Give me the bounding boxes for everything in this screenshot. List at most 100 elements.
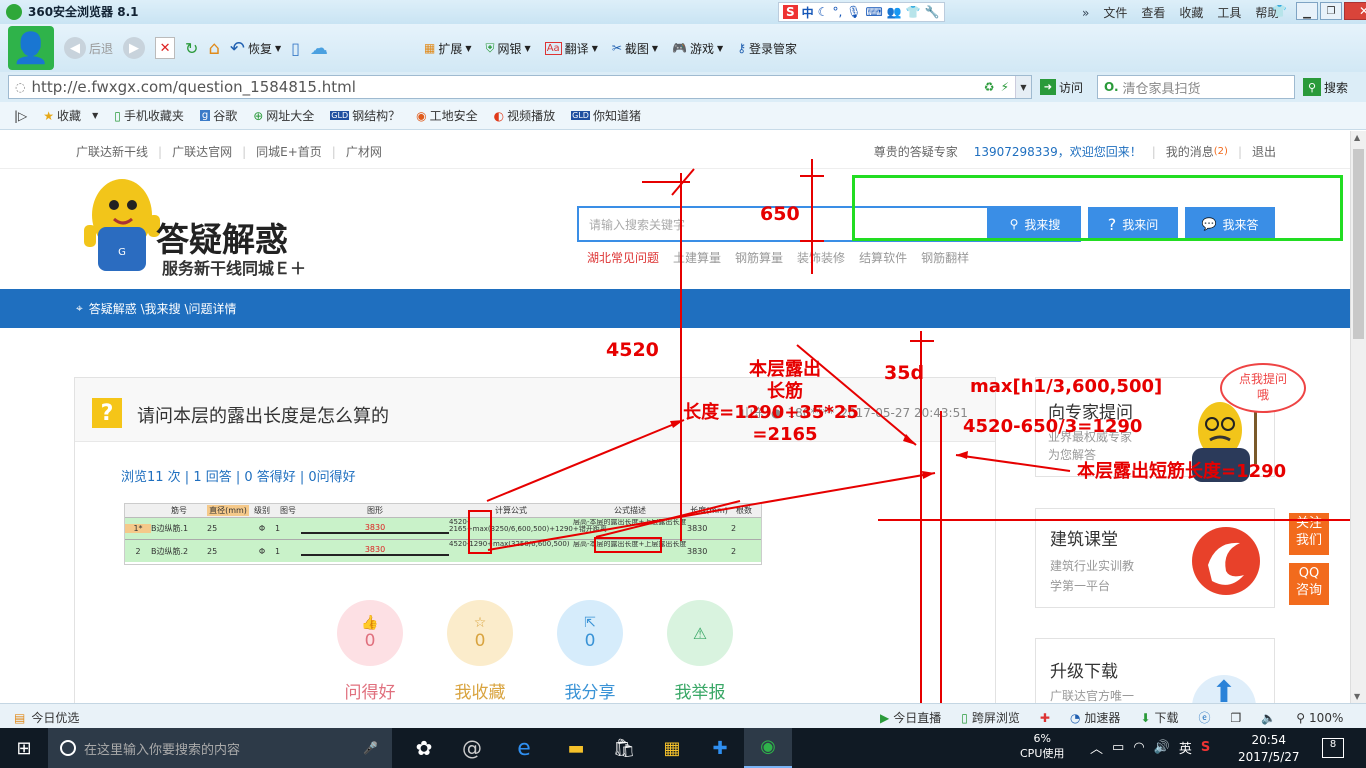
user-avatar[interactable]: 👤 — [8, 26, 54, 70]
lightning-icon[interactable]: ⚡ — [1001, 80, 1009, 94]
question-image-table[interactable]: 筋号 直径(mm) 级别 图号 图形 计算公式 公式描述 长度(mm) 根数 1… — [124, 503, 762, 565]
ie-icon[interactable]: ⓔ — [1199, 709, 1211, 726]
restore-tabs-button[interactable]: ↶ 恢复 ▼ — [230, 35, 281, 61]
restore-button[interactable]: ❐ — [1320, 2, 1342, 20]
tray-volume-icon[interactable]: 🔊 — [1154, 740, 1170, 755]
fav-collect[interactable]: ★ 收藏 ▼ — [43, 107, 98, 124]
punctuation-icon[interactable]: °, — [832, 5, 842, 19]
nav-link-gld[interactable]: 广联达官网 — [172, 143, 232, 160]
download-card[interactable]: 升级下载 广联达官方唯一 ⬆ — [1035, 638, 1275, 703]
taskbar-app-360[interactable]: ◉ — [744, 728, 792, 768]
hot-link-hubei[interactable]: 湖北常见问题 — [587, 249, 659, 266]
hot-link-decor[interactable]: 装饰装修 — [797, 249, 845, 266]
taskbar-app-plus[interactable]: ✚ — [696, 738, 744, 759]
fav-mobile[interactable]: ▯ 手机收藏夹 — [114, 107, 184, 124]
menu-favorites[interactable]: 收藏 — [1179, 4, 1203, 21]
medkit-icon[interactable]: ✚ — [1040, 711, 1050, 725]
tray-lang[interactable]: 英 — [1179, 738, 1192, 757]
users-icon[interactable]: 👥 — [887, 5, 902, 19]
login-manager-button[interactable]: ⚷ 登录管家 — [737, 35, 797, 61]
nav-link-gcw[interactable]: 广材网 — [346, 143, 382, 160]
url-text[interactable]: http://e.fwxgx.com/question_1584815.html — [31, 78, 355, 96]
menu-tools[interactable]: 工具 — [1217, 4, 1241, 21]
fav-directory[interactable]: ⊕ 网址大全 — [253, 107, 314, 124]
taskbar-app-swirl[interactable]: @ — [448, 736, 496, 760]
menu-view[interactable]: 查看 — [1141, 4, 1165, 21]
taskbar-app-pinwheel[interactable]: ✿ — [400, 736, 448, 760]
keyboard-icon[interactable]: ⌨ — [866, 5, 883, 19]
visit-button[interactable]: ➜ 访问 — [1040, 74, 1083, 100]
mic-icon[interactable]: 🎙 — [846, 5, 861, 19]
shirt-icon[interactable]: 👕 — [906, 5, 921, 19]
sidebar-toggle-icon[interactable]: |▷ — [14, 109, 27, 123]
breadcrumb[interactable]: 答疑解惑 \我来搜 \问题详情 — [89, 300, 237, 317]
recycle-icon[interactable]: ♻ — [984, 80, 995, 94]
games-button[interactable]: 🎮 游戏 ▼ — [672, 35, 723, 61]
status-accelerator[interactable]: ◔ 加速器 — [1070, 709, 1121, 726]
stop-icon[interactable]: ✕ — [155, 37, 176, 59]
fav-google[interactable]: g 谷歌 — [199, 107, 237, 124]
screenshot-button[interactable]: ✂ 截图 ▼ — [612, 35, 658, 61]
tray-sogou-icon[interactable]: S — [1201, 740, 1210, 755]
status-today-picks[interactable]: 今日优选 — [31, 709, 79, 726]
speaker-icon[interactable]: 🔈 — [1261, 711, 1276, 725]
ime-mode[interactable]: 中 — [802, 4, 814, 21]
fav-steel[interactable]: GLD 钢结构？ — [330, 107, 400, 124]
notification-center-button[interactable]: 8 — [1322, 738, 1344, 758]
menu-file[interactable]: 文件 — [1103, 4, 1127, 21]
action-report[interactable]: ⚠ 我举报 — [667, 600, 733, 703]
skin-icon[interactable]: 👕 — [1272, 4, 1287, 18]
status-live[interactable]: ▶ 今日直播 — [880, 709, 941, 726]
clock-time[interactable]: 20:54 — [1238, 732, 1300, 749]
web-search-button[interactable]: ⚲ 搜索 — [1303, 74, 1348, 100]
extensions-button[interactable]: ▦ 扩展 ▼ — [424, 35, 472, 61]
refresh-icon[interactable]: ↻ — [185, 39, 198, 58]
fav-safety[interactable]: ◉ 工地安全 — [416, 107, 478, 124]
nav-link-gldxgx[interactable]: 广联达新干线 — [76, 143, 148, 160]
user-greeting[interactable]: 13907298339，欢迎您回来！ — [974, 143, 1142, 160]
follow-us-button[interactable]: 关注我们 — [1289, 513, 1329, 555]
windows-start-button[interactable]: ⊞ — [0, 728, 48, 768]
sogou-ime-icon[interactable]: S — [783, 5, 798, 19]
my-messages-link[interactable]: 我的消息 — [1166, 143, 1214, 160]
fav-video[interactable]: ◐ 视频播放 — [494, 107, 556, 124]
tray-wifi-icon[interactable]: ◠ — [1133, 740, 1144, 755]
status-cross-screen[interactable]: ▯ 跨屏浏览 — [961, 709, 1020, 726]
close-button[interactable]: ✕ — [1344, 2, 1366, 20]
fav-pig[interactable]: GLD 你知道猪 — [571, 107, 641, 124]
course-card[interactable]: 建筑课堂 建筑行业实训教 学第一平台 — [1035, 508, 1275, 608]
status-download[interactable]: ⬇ 下载 — [1140, 709, 1178, 726]
phone-icon[interactable]: ▯ — [291, 39, 300, 58]
taskbar-app-explorer[interactable]: ▬ — [552, 738, 600, 759]
clock-date[interactable]: 2017/5/27 — [1238, 749, 1300, 766]
moon-icon[interactable]: ☾ — [818, 5, 829, 19]
action-share[interactable]: ⇱ 0 我分享 — [557, 600, 623, 703]
chevron-icon[interactable]: » — [1082, 6, 1089, 20]
wrench-icon[interactable]: 🔧 — [925, 5, 940, 19]
tray-chevron-icon[interactable]: ︿ — [1090, 738, 1103, 757]
hot-link-rebar-detail[interactable]: 钢筋翻样 — [921, 249, 969, 266]
translate-button[interactable]: Aa 翻译 ▼ — [544, 35, 598, 61]
minimize-button[interactable]: ▁ — [1296, 2, 1318, 20]
hot-link-settle[interactable]: 结算软件 — [859, 249, 907, 266]
taskbar-app-store[interactable]: 🛍 — [600, 738, 648, 759]
home-icon[interactable]: ⌂ — [208, 38, 219, 59]
taskbar-search[interactable]: 在这里输入你要搜索的内容 🎤 — [48, 728, 392, 768]
page-scrollbar[interactable]: ▲ ▼ — [1350, 131, 1366, 703]
site-logo[interactable]: G 答疑解惑 服务新干线同城Ｅ＋ — [74, 175, 314, 285]
hot-link-rebar[interactable]: 钢筋算量 — [735, 249, 783, 266]
web-search-input[interactable]: O. 清仓家具扫货 — [1097, 75, 1295, 99]
hot-link-civil[interactable]: 土建算量 — [673, 249, 721, 266]
nav-link-home[interactable]: 同城E+首页 — [256, 143, 322, 160]
bank-button[interactable]: ⛨ 网银 ▼ — [486, 35, 531, 61]
url-dropdown-icon[interactable]: ▼ — [1015, 76, 1031, 98]
action-good-question[interactable]: 👍 0 问得好 — [337, 600, 403, 703]
tray-network-icon[interactable]: ▭ — [1112, 740, 1124, 755]
status-zoom[interactable]: ⚲ 100% — [1296, 711, 1343, 725]
windows-icon[interactable]: ❐ — [1231, 711, 1242, 725]
taskbar-app-edge[interactable]: e — [496, 736, 552, 761]
qq-consult-button[interactable]: QQ咨询 — [1289, 563, 1329, 605]
address-input[interactable]: ◌ http://e.fwxgx.com/question_1584815.ht… — [8, 75, 1032, 99]
search-engine-icon[interactable]: O. — [1104, 80, 1119, 94]
ask-bubble[interactable]: 点我提问哦 — [1220, 363, 1306, 413]
